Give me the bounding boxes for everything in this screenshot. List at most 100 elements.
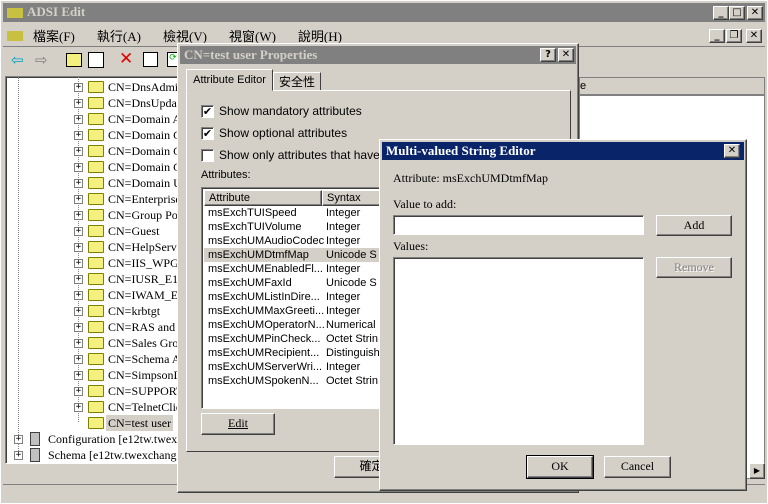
table-row[interactable]: msExchTUISpeed Integer	[204, 206, 390, 220]
properties-icon[interactable]	[143, 52, 158, 67]
mdi-restore-button[interactable]: ❐	[726, 29, 742, 43]
back-icon[interactable]: ⇦	[11, 51, 24, 69]
values-list[interactable]	[393, 257, 644, 445]
expand-icon[interactable]: +	[74, 211, 83, 220]
checkbox[interactable]: ✔	[201, 127, 214, 140]
menu-action[interactable]: 執行(A)	[97, 26, 141, 45]
properties-close-button[interactable]: ✕	[558, 48, 574, 62]
tree-pane[interactable]: + CN=DnsAdmin + CN=DnsUpdate + CN=Domain A + CN…	[5, 76, 181, 464]
mvse-ok-button[interactable]: OK	[526, 455, 594, 479]
expand-icon[interactable]: +	[74, 275, 83, 284]
expand-icon[interactable]: +	[14, 451, 23, 460]
tree-item[interactable]: + CN=Domain C	[6, 143, 180, 159]
tab-attribute-editor[interactable]: Attribute Editor	[186, 69, 273, 91]
scroll-right-button[interactable]: ▶	[749, 463, 765, 479]
add-button[interactable]: Add	[656, 215, 732, 236]
delete-icon[interactable]: ✕	[119, 49, 133, 69]
up-folder-icon[interactable]	[66, 53, 82, 67]
expand-icon[interactable]: +	[74, 99, 83, 108]
expand-icon[interactable]: +	[74, 179, 83, 188]
checkbox-label[interactable]: Show mandatory attributes	[219, 104, 362, 118]
table-row[interactable]: msExchTUIVolume Integer	[204, 220, 390, 234]
tree-root[interactable]: + Configuration [e12tw.twexc	[6, 431, 180, 447]
attributes-list[interactable]: Attribute Syntax msExchTUISpeed Integer ms…	[201, 187, 391, 409]
tree-root[interactable]: + Schema [e12tw.twexchange	[6, 447, 180, 463]
tree-item[interactable]: + CN=DnsUpdate	[6, 95, 180, 111]
tree-item[interactable]: + CN=IUSR_E12	[6, 271, 180, 287]
table-row[interactable]: msExchUMFaxId Unicode S	[204, 276, 390, 290]
show-hide-tree-icon[interactable]	[88, 52, 104, 68]
tree-item[interactable]: + CN=RAS and I	[6, 319, 180, 335]
expand-icon[interactable]: +	[74, 147, 83, 156]
table-row[interactable]: msExchUMAudioCodec Integer	[204, 234, 390, 248]
checkbox[interactable]	[201, 149, 214, 162]
expand-icon[interactable]: +	[74, 323, 83, 332]
mvse-cancel-button[interactable]: Cancel	[604, 456, 671, 478]
expand-icon[interactable]: +	[74, 83, 83, 92]
checkbox-label[interactable]: Show only attributes that have val	[219, 148, 398, 162]
expand-icon[interactable]: +	[74, 371, 83, 380]
column-header[interactable]: e	[580, 78, 764, 96]
properties-title-bar: CN=test user Properties	[180, 46, 576, 64]
table-row[interactable]: msExchUMPinCheck... Octet Strin	[204, 332, 390, 346]
table-row[interactable]: msExchUMOperatorN... Numerical	[204, 318, 390, 332]
tab-security[interactable]: 安全性	[273, 72, 321, 91]
expand-icon[interactable]: +	[74, 259, 83, 268]
tree-item[interactable]: + CN=SimpsonD	[6, 367, 180, 383]
tree-item[interactable]: + CN=Domain C	[6, 127, 180, 143]
forward-icon[interactable]: ⇨	[35, 51, 48, 69]
maximize-button[interactable]: □	[729, 6, 745, 20]
checkbox-label[interactable]: Show optional attributes	[219, 126, 347, 140]
expand-icon[interactable]: +	[74, 339, 83, 348]
tree-item[interactable]: + CN=TelnetClie	[6, 399, 180, 415]
tree-item[interactable]: + CN=krbtgt	[6, 303, 180, 319]
checkbox[interactable]: ✔	[201, 105, 214, 118]
mdi-minimize-button[interactable]: _	[709, 29, 725, 43]
value-to-add-input[interactable]	[393, 215, 644, 235]
mdi-close-button[interactable]: ✕	[746, 29, 762, 43]
expand-icon[interactable]: +	[74, 115, 83, 124]
tree-item-label: CN=Domain C	[108, 144, 181, 158]
tree-item[interactable]: + CN=SUPPORT	[6, 383, 180, 399]
expand-icon[interactable]: +	[74, 355, 83, 364]
table-row[interactable]: msExchUMServerWri... Integer	[204, 360, 390, 374]
expand-icon[interactable]: +	[14, 435, 23, 444]
tree-item-label: CN=Guest	[108, 224, 160, 238]
table-row[interactable]: msExchUMListInDire... Integer	[204, 290, 390, 304]
tree-item[interactable]: + CN=DnsAdmin	[6, 79, 180, 95]
tree-item[interactable]: + CN=Schema Ad	[6, 351, 180, 367]
tree-item[interactable]: + CN=Domain U	[6, 175, 180, 191]
expand-icon[interactable]: +	[74, 291, 83, 300]
tree-item[interactable]: + CN=Group Pol	[6, 207, 180, 223]
menu-file[interactable]: 檔案(F)	[33, 26, 75, 45]
close-button[interactable]: ✕	[747, 6, 763, 20]
table-row[interactable]: msExchUMDtmfMap Unicode S	[204, 248, 390, 262]
expand-icon[interactable]: +	[74, 403, 83, 412]
tree-item[interactable]: + CN=Guest	[6, 223, 180, 239]
expand-icon[interactable]: +	[74, 195, 83, 204]
tree-item[interactable]: + CN=Enterprise	[6, 191, 180, 207]
tree-item[interactable]: + CN=IWAM_E1	[6, 287, 180, 303]
column-attribute[interactable]: Attribute	[204, 190, 322, 206]
mvse-close-button[interactable]: ✕	[724, 144, 740, 158]
minimize-button[interactable]: _	[713, 6, 729, 20]
tree-item[interactable]: + CN=HelpServic	[6, 239, 180, 255]
table-row[interactable]: msExchUMMaxGreeti... Integer	[204, 304, 390, 318]
expand-icon[interactable]: +	[74, 307, 83, 316]
tree-item[interactable]: + CN=Sales Grou	[6, 335, 180, 351]
table-row[interactable]: msExchUMEnabledFl... Integer	[204, 262, 390, 276]
remove-button[interactable]: Remove	[656, 257, 732, 278]
tree-item[interactable]: + CN=Domain G	[6, 159, 180, 175]
table-row[interactable]: msExchUMSpokenN... Octet Strin	[204, 374, 390, 388]
edit-button[interactable]: Edit	[201, 413, 275, 435]
expand-icon[interactable]: +	[74, 387, 83, 396]
table-row[interactable]: msExchUMRecipient... Distinguish	[204, 346, 390, 360]
expand-icon[interactable]: +	[74, 163, 83, 172]
tree-item-selected[interactable]: CN=test user	[6, 415, 180, 431]
tree-item[interactable]: + CN=IIS_WPG	[6, 255, 180, 271]
expand-icon[interactable]: +	[74, 131, 83, 140]
help-button[interactable]: ?	[540, 48, 556, 62]
expand-icon[interactable]: +	[74, 227, 83, 236]
tree-item[interactable]: + CN=Domain A	[6, 111, 180, 127]
expand-icon[interactable]: +	[74, 243, 83, 252]
